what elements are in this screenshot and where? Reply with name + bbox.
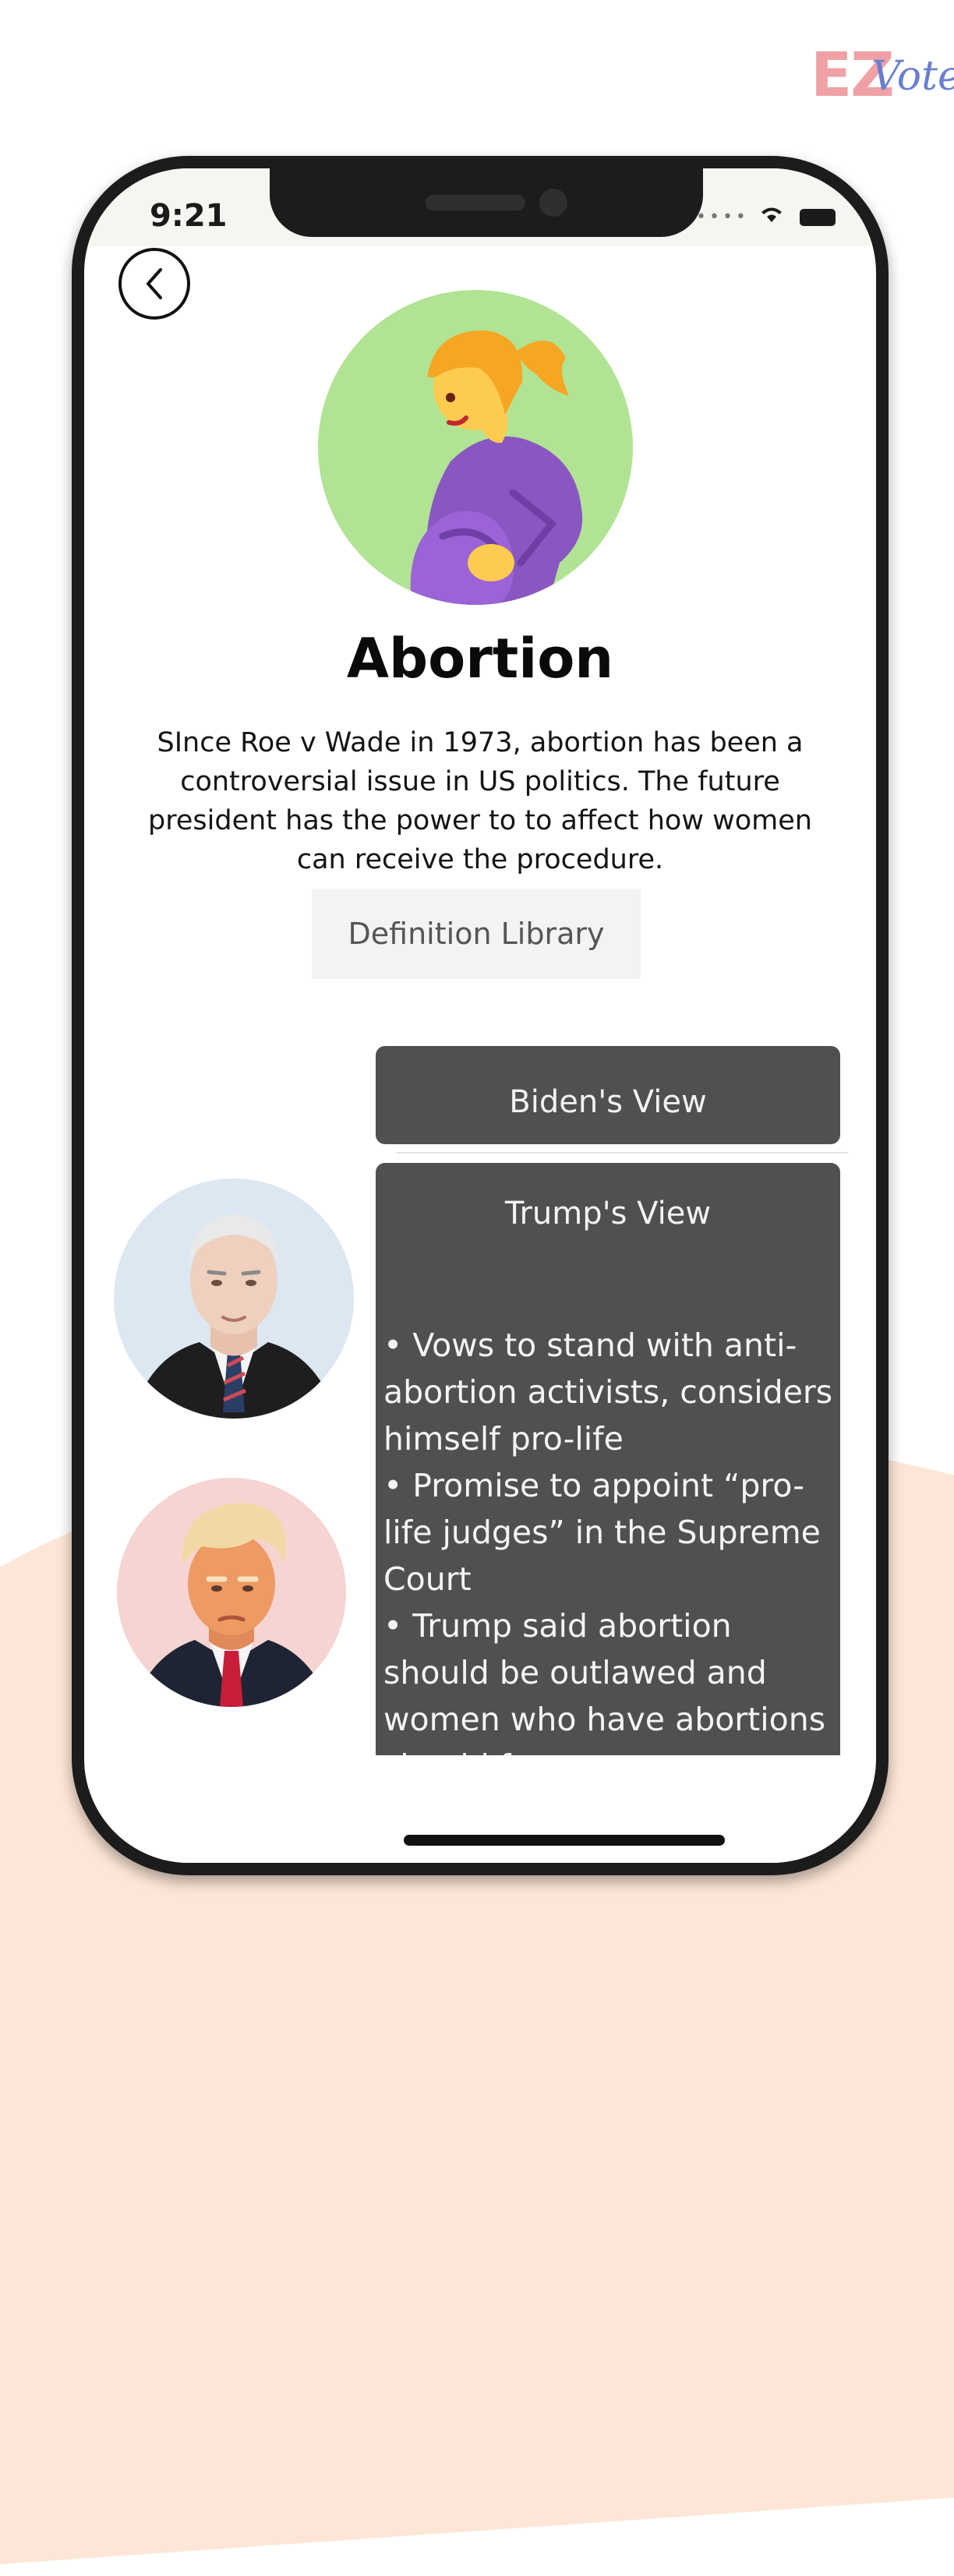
speaker [426, 195, 525, 210]
phone-frame: 9:21 •••• Abortion SInce Roe v Wade in 1… [72, 156, 889, 1875]
home-indicator-area [84, 1766, 876, 1863]
issue-title: Abortion [346, 627, 614, 691]
ezvote-logo: EZ Vote [811, 41, 954, 111]
status-time: 9:21 [150, 198, 228, 234]
signal-icon: •••• [696, 207, 749, 227]
battery-icon [800, 208, 836, 226]
biden-view-button[interactable]: Biden's View [376, 1046, 840, 1144]
definition-library-button[interactable]: Definition Library [312, 889, 641, 979]
front-camera [539, 189, 567, 217]
status-icons: •••• [696, 203, 836, 230]
trump-portrait [117, 1478, 346, 1707]
issue-description: SInce Roe v Wade in 1973, abortion has b… [148, 727, 812, 875]
trump-view-panel[interactable]: Trump's View • Vows to stand with anti-a… [376, 1163, 840, 1755]
home-indicator[interactable] [404, 1835, 725, 1846]
back-button[interactable] [118, 248, 190, 320]
trump-point: • Promise to appoint “pro-life judges” i… [383, 1467, 821, 1598]
trump-view-title: Trump's View [504, 1196, 712, 1231]
trump-view-points: • Vows to stand with anti-abortion activ… [383, 1322, 836, 1755]
biden-portrait [114, 1178, 354, 1419]
phone-notch [270, 168, 703, 237]
issue-image [318, 290, 633, 605]
trump-point: • Vows to stand with anti-abortion activ… [383, 1327, 833, 1458]
pregnant-woman-icon [410, 330, 583, 605]
divider [396, 1152, 848, 1154]
trump-illustration [132, 1503, 330, 1707]
trump-point: • Trump said abortion should be outlawed… [383, 1607, 826, 1755]
wifi-icon [761, 207, 783, 222]
biden-illustration [132, 1214, 337, 1419]
phone-screen: 9:21 •••• Abortion SInce Roe v Wade in 1… [84, 168, 876, 1863]
chevron-left-icon [147, 268, 162, 299]
logo-vote: Vote [871, 53, 954, 100]
